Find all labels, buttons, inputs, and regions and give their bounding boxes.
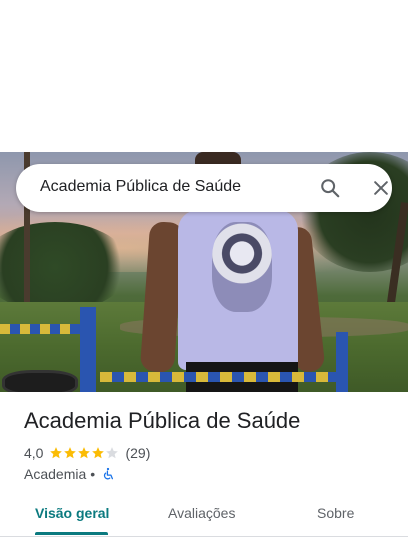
search-icon[interactable] — [319, 177, 341, 199]
wheelchair-icon — [104, 467, 114, 480]
tab-selected-indicator — [35, 532, 108, 535]
photo-post-right — [336, 332, 348, 392]
review-count[interactable]: (29) — [125, 445, 150, 461]
star-icon — [106, 447, 119, 459]
star-icon — [64, 447, 77, 459]
rating-value: 4,0 — [24, 445, 44, 461]
star-icon — [92, 447, 105, 459]
place-category: Academia — [24, 466, 87, 482]
star-icon — [50, 447, 63, 459]
tabs-divider — [0, 536, 408, 537]
close-icon[interactable] — [371, 178, 391, 198]
star-icon — [78, 447, 91, 459]
rating-stars — [49, 446, 119, 460]
category-row: Academia • — [24, 466, 115, 482]
search-bar[interactable]: Academia Pública de Saúde — [16, 164, 392, 212]
place-tabs: Visão geral Avaliações Sobre — [0, 494, 408, 536]
search-query[interactable]: Academia Pública de Saúde — [40, 178, 241, 196]
rating-row[interactable]: 4,0 (29) — [24, 444, 150, 462]
photo-shirt-print — [212, 222, 272, 312]
map-area-blank — [0, 0, 408, 152]
photo-rail-left — [0, 324, 80, 334]
photo-post-left — [80, 307, 96, 392]
tab-overview[interactable]: Visão geral — [35, 505, 109, 521]
tab-about[interactable]: Sobre — [317, 505, 354, 521]
tab-reviews[interactable]: Avaliações — [168, 505, 235, 521]
photo-parallel-bar — [100, 372, 340, 382]
place-title: Academia Pública de Saúde — [24, 408, 301, 433]
separator-dot: • — [90, 466, 96, 482]
photo-tire — [2, 370, 78, 392]
